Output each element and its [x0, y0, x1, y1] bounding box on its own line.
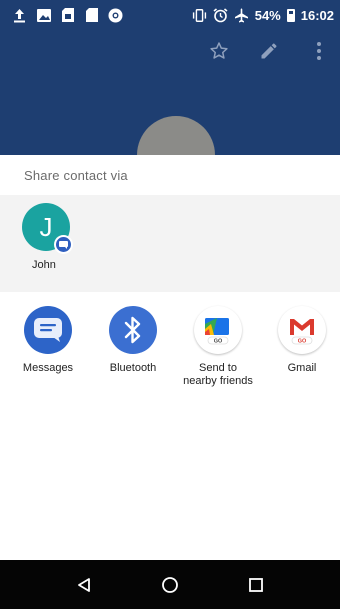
contact-photo-placeholder: [137, 116, 215, 155]
contact-avatar: J: [22, 203, 73, 254]
battery-percent: 54%: [254, 7, 281, 23]
battery-icon: [286, 8, 295, 22]
more-vert-icon[interactable]: [308, 40, 330, 62]
share-sheet-title: Share contact via: [24, 168, 128, 183]
app-label-gmail: Gmail: [287, 362, 317, 374]
messages-badge-icon: [54, 235, 73, 254]
system-nav-bar: [0, 560, 340, 609]
share-sheet: Share contact via J John Messages Blueto…: [0, 155, 340, 560]
app-label-send-nearby-line1: Send to: [199, 362, 237, 374]
share-app-messages[interactable]: Messages: [8, 306, 88, 375]
contact-initial: J: [39, 211, 53, 242]
chrome-icon: [108, 8, 123, 23]
bluetooth-icon: [109, 306, 157, 354]
status-bar: 54% 16:02: [0, 0, 340, 30]
sim-icon: [84, 8, 99, 23]
airplane-icon: [234, 8, 249, 23]
app-label-messages: Messages: [22, 362, 74, 374]
star-icon[interactable]: [208, 40, 230, 62]
share-app-gmail[interactable]: GO Gmail: [262, 306, 340, 375]
contact-name: John: [32, 259, 56, 271]
alarm-icon: [213, 7, 228, 23]
edit-pencil-icon[interactable]: [258, 40, 280, 62]
gmail-go-icon: GO: [278, 306, 326, 354]
files-go-icon: GO: [194, 306, 242, 354]
upload-icon: [12, 8, 27, 23]
share-app-bluetooth[interactable]: Bluetooth: [93, 306, 173, 375]
clock-time: 16:02: [300, 7, 334, 23]
vibrate-icon: [192, 8, 207, 23]
app-label-send-nearby-line2: nearby friends: [183, 375, 253, 387]
direct-share-row: J John: [0, 195, 340, 292]
sd-card-icon: [60, 8, 75, 23]
home-icon[interactable]: [159, 574, 181, 596]
back-icon[interactable]: [73, 574, 95, 596]
app-label-send-nearby: Send to nearby friends: [178, 362, 258, 388]
app-label-bluetooth: Bluetooth: [109, 362, 157, 374]
image-icon: [36, 8, 51, 23]
recents-icon[interactable]: [245, 574, 267, 596]
contact-header: [0, 30, 340, 155]
svg-text:GO: GO: [298, 339, 307, 345]
messages-icon: [24, 306, 72, 354]
share-apps-row: Messages Bluetooth GO Send to nearby fri…: [0, 292, 340, 402]
svg-text:GO: GO: [214, 339, 223, 345]
direct-share-john[interactable]: J John: [22, 203, 74, 271]
share-app-send-nearby[interactable]: GO Send to nearby friends: [178, 306, 258, 388]
